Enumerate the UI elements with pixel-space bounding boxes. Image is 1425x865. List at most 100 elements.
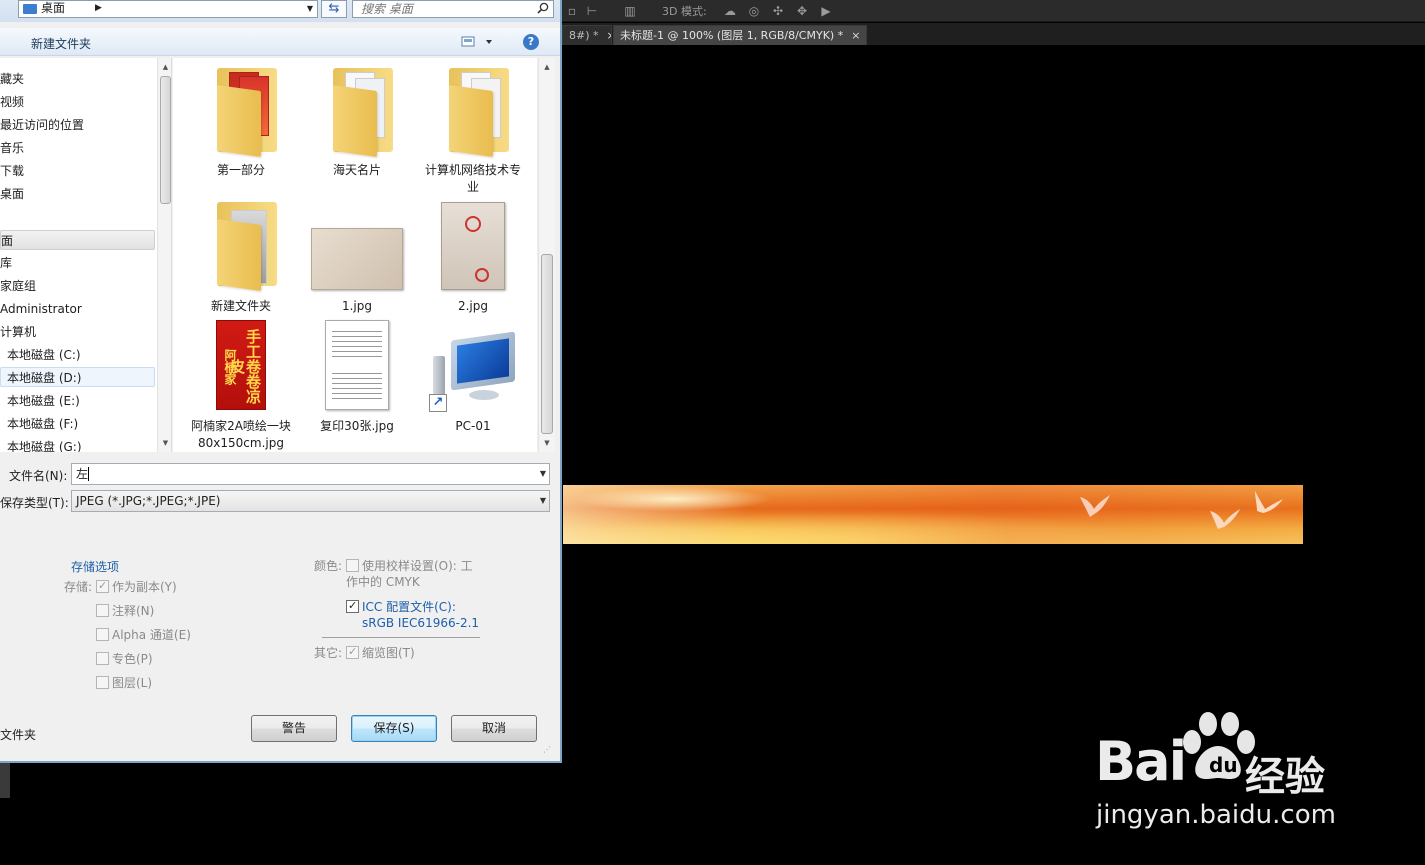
image-thumbnail: [305, 198, 409, 298]
thumbnail-checkbox[interactable]: 缩览图(T): [346, 644, 415, 661]
align-icon[interactable]: ▫: [564, 3, 580, 19]
refresh-button[interactable]: ⇆: [321, 0, 347, 18]
dove-icon: [1080, 495, 1110, 517]
file-item[interactable]: 复印30张.jpg: [305, 318, 409, 435]
nav-item-music[interactable]: 音乐: [0, 138, 24, 158]
nav-scrollbar[interactable]: ▲ ▼: [157, 58, 171, 452]
checkbox[interactable]: [96, 628, 109, 641]
close-icon[interactable]: ×: [851, 29, 860, 42]
change-view-button[interactable]: [460, 35, 496, 49]
spot-color-checkbox[interactable]: 专色(P): [96, 651, 153, 667]
close-icon[interactable]: ×: [607, 29, 611, 42]
image-thumbnail: [421, 198, 525, 298]
file-item[interactable]: 海天名片: [305, 62, 409, 179]
file-item[interactable]: 1.jpg: [305, 198, 409, 315]
new-folder-button[interactable]: 新建文件夹: [31, 35, 91, 52]
file-list: 第一部分 海天名片 计算机网络技术专业 新建文件夹 1.jpg 2.jpg 手工…: [173, 58, 537, 452]
breadcrumb-item[interactable]: 桌面: [41, 1, 65, 16]
filename-input[interactable]: 左: [76, 464, 88, 484]
resize-grip-icon[interactable]: ⋰: [543, 745, 551, 754]
file-item[interactable]: 2.jpg: [421, 198, 525, 315]
divider: [322, 637, 480, 638]
scroll-up-icon[interactable]: ▲: [539, 60, 555, 74]
file-item[interactable]: 第一部分: [189, 62, 293, 179]
nav-item-drive-d[interactable]: 本地磁盘 (D:): [0, 367, 155, 387]
nav-item-recent[interactable]: 最近访问的位置: [0, 115, 84, 135]
breadcrumb-chevron-icon[interactable]: ▶: [95, 1, 102, 16]
file-item[interactable]: 计算机网络技术专业: [421, 62, 525, 196]
checkbox[interactable]: [96, 652, 109, 665]
hide-folders-toggle[interactable]: 文件夹: [0, 726, 36, 743]
nav-item-videos[interactable]: 视频: [0, 92, 24, 112]
nav-item-desktop-fav[interactable]: 桌面: [0, 184, 24, 204]
save-button[interactable]: 保存(S): [351, 715, 437, 742]
distribute-icon[interactable]: ⊢: [584, 3, 600, 19]
icc-profile-value: sRGB IEC61966-2.1: [362, 616, 480, 630]
3d-roll-icon[interactable]: ◎: [746, 3, 762, 19]
file-item[interactable]: ↗ PC-01: [421, 318, 525, 435]
icc-profile-checkbox[interactable]: ICC 配置文件(C):: [346, 598, 456, 615]
nav-item-drive-f[interactable]: 本地磁盘 (F:): [0, 414, 78, 434]
checkbox[interactable]: [346, 644, 359, 660]
cancel-button[interactable]: 取消: [451, 715, 537, 742]
watermark-url: jingyan.baidu.com: [1096, 800, 1336, 830]
notes-checkbox[interactable]: 注释(N): [96, 603, 154, 619]
save-options-title: 存储选项: [71, 560, 120, 574]
chevron-down-icon[interactable]: ▼: [307, 1, 313, 17]
3d-rotate-icon[interactable]: ☁: [722, 3, 738, 19]
3d-drag-icon[interactable]: ✣: [770, 3, 786, 19]
scroll-up-icon[interactable]: ▲: [158, 60, 171, 74]
chevron-down-icon[interactable]: ▼: [540, 464, 546, 484]
chevron-down-icon[interactable]: ▼: [540, 491, 546, 511]
file-name: 阿楠家2A喷绘一块80x150cm.jpg: [191, 419, 291, 450]
search-icon[interactable]: [537, 2, 549, 14]
document-tab[interactable]: 8#) *×: [562, 25, 612, 45]
ps-options-bar: ▫ ⊢ ▥ 3D 模式: ☁ ◎ ✣ ✥ ▶: [562, 0, 1425, 22]
nav-item-drive-g[interactable]: 本地磁盘 (G:): [0, 437, 82, 452]
checkbox[interactable]: [346, 559, 359, 572]
layers-checkbox[interactable]: 图层(L): [96, 675, 152, 691]
file-name: 新建文件夹: [210, 299, 271, 313]
svg-text:du: du: [1209, 753, 1238, 777]
3d-slide-icon[interactable]: ✥: [794, 3, 810, 19]
search-box: [352, 0, 554, 18]
warning-button[interactable]: 警告: [251, 715, 337, 742]
nav-item-homegroup[interactable]: 家庭组: [0, 276, 36, 296]
document-tab-active[interactable]: 未标题-1 @ 100% (图层 1, RGB/8/CMYK) * ×: [613, 25, 868, 45]
baidu-watermark: du Bai 经验 jingyan.baidu.com: [1090, 712, 1350, 837]
folder-icon: [189, 62, 293, 162]
nav-item-favorites[interactable]: 藏夹: [0, 69, 24, 89]
alpha-channel-checkbox[interactable]: Alpha 通道(E): [96, 627, 191, 643]
nav-item-computer[interactable]: 计算机: [0, 322, 36, 342]
file-item[interactable]: 新建文件夹: [189, 198, 293, 315]
nav-item-administrator[interactable]: Administrator: [0, 299, 82, 319]
use-proof-checkbox[interactable]: 使用校样设置(O): 工作中的 CMYK: [346, 558, 482, 589]
arrange-icon[interactable]: ▥: [622, 3, 638, 19]
filetype-select[interactable]: JPEG (*.JPG;*.JPEG;*.JPE) ▼: [71, 490, 550, 512]
computer-shortcut-icon: ↗: [421, 318, 525, 418]
scroll-down-icon[interactable]: ▼: [158, 436, 171, 450]
help-icon[interactable]: ?: [523, 34, 539, 50]
checkbox[interactable]: [96, 676, 109, 689]
checkbox[interactable]: [96, 578, 109, 594]
file-scrollbar[interactable]: ▲ ▼: [538, 58, 555, 452]
checkbox[interactable]: [346, 598, 359, 614]
scroll-thumb[interactable]: [160, 76, 171, 204]
nav-item-libraries[interactable]: 库: [0, 253, 12, 273]
search-input[interactable]: [361, 1, 531, 16]
folder-icon: [189, 198, 293, 298]
breadcrumb[interactable]: 桌面 ▶ ▼: [18, 0, 318, 18]
save-as-dialog: 桌面 ▶ ▼ ⇆ 新建文件夹 ? 藏夹 视频 最近访问的位置 音乐 下载 桌面 …: [0, 0, 562, 763]
file-item[interactable]: 手工卷卷凉皮 阿楠家 阿楠家2A喷绘一块80x150cm.jpg: [189, 318, 293, 452]
scroll-down-icon[interactable]: ▼: [539, 436, 555, 450]
nav-item-drive-e[interactable]: 本地磁盘 (E:): [0, 391, 80, 411]
as-copy-checkbox[interactable]: 作为副本(Y): [96, 578, 177, 595]
nav-item-drive-c[interactable]: 本地磁盘 (C:): [0, 345, 81, 365]
nav-item-downloads[interactable]: 下载: [0, 161, 24, 181]
filename-field[interactable]: 左 ▼: [71, 463, 550, 485]
3d-camera-icon[interactable]: ▶: [818, 3, 834, 19]
scroll-thumb[interactable]: [541, 254, 553, 434]
filetype-label: 保存类型(T):: [0, 496, 69, 510]
nav-item-desktop[interactable]: 面: [0, 230, 155, 250]
checkbox[interactable]: [96, 604, 109, 617]
